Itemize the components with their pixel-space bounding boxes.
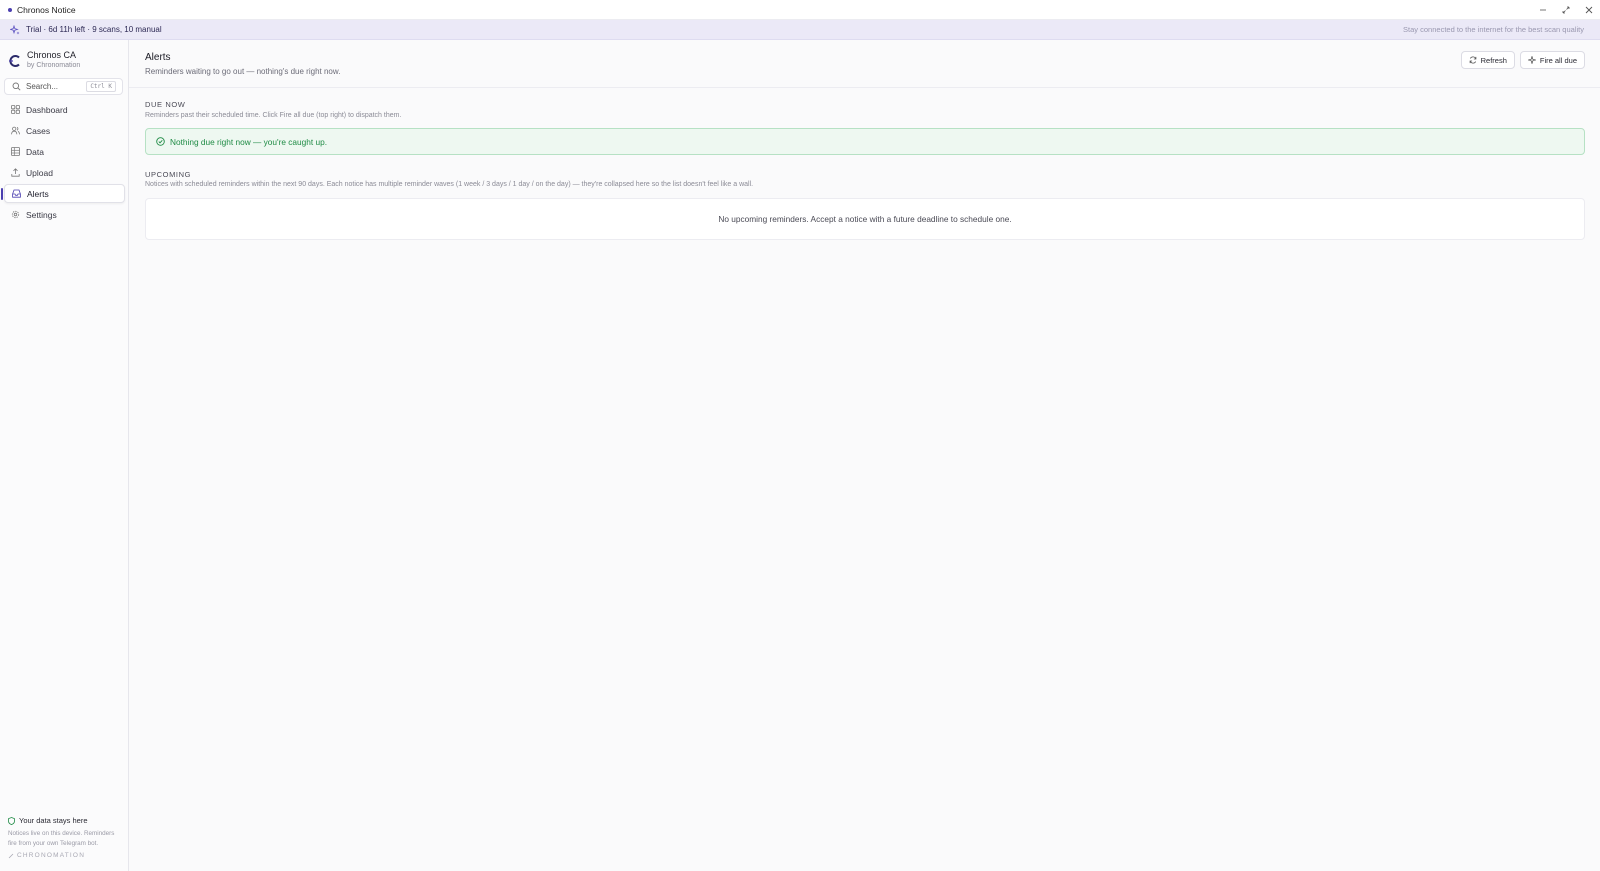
sidebar: Chronos CA by Chronomation Search... Ctr… [0, 40, 129, 871]
refresh-icon [1469, 56, 1476, 64]
sidebar-item-label: Cases [26, 125, 51, 136]
privacy-title-row: Your data stays here [8, 816, 124, 825]
sparkle-icon [1527, 56, 1536, 64]
sidebar-nav: Dashboard Cases Data Upload Alerts Setti… [1, 100, 125, 226]
brand-subtitle: by Chronomation [27, 62, 81, 69]
fire-all-due-button[interactable]: Fire all due [1519, 51, 1585, 69]
trial-status-text: Trial · 6d 11h left · 9 scans, 10 manual [26, 25, 162, 34]
search-shortcut-badge: Ctrl K [86, 81, 116, 92]
search-input[interactable]: Search... Ctrl K [4, 78, 123, 95]
sidebar-item-label: Data [26, 146, 44, 157]
header-actions: Refresh Fire all due [1456, 51, 1585, 69]
inbox-icon [12, 189, 21, 198]
due-now-description: Reminders past their scheduled time. Cli… [145, 112, 402, 119]
table-icon [11, 147, 20, 156]
sidebar-item-upload[interactable]: Upload [4, 163, 125, 182]
chronomation-mark-icon [8, 853, 14, 858]
page-subtitle: Reminders waiting to go out — nothing's … [145, 67, 341, 76]
upcoming-empty-state: No upcoming reminders. Accept a notice w… [145, 198, 1585, 240]
upcoming-empty-message: No upcoming reminders. Accept a notice w… [718, 214, 1012, 224]
restore-icon [1562, 6, 1569, 14]
fire-all-due-label: Fire all due [1539, 55, 1577, 65]
minimize-icon [1539, 9, 1546, 11]
sidebar-item-label: Dashboard [26, 104, 68, 115]
sidebar-item-settings[interactable]: Settings [4, 205, 125, 224]
chronos-logo-icon [9, 55, 20, 67]
window-controls [1531, 0, 1600, 20]
sidebar-item-label: Upload [26, 167, 53, 178]
app-dot-icon [8, 7, 12, 12]
upcoming-description: Notices with scheduled reminders within … [145, 181, 754, 188]
page-header: Alerts Reminders waiting to go out — not… [129, 40, 1600, 88]
restore-button[interactable] [1554, 0, 1577, 20]
sparkle-icon [10, 24, 20, 35]
minimize-button[interactable] [1531, 0, 1554, 20]
sidebar-item-data[interactable]: Data [4, 142, 125, 161]
refresh-label: Refresh [1480, 55, 1507, 65]
due-now-heading: DUE NOW [145, 100, 186, 109]
window-titlebar: Chronos Notice [0, 0, 1600, 20]
privacy-note: Your data stays here Notices live on thi… [8, 816, 124, 859]
page-title: Alerts [145, 52, 171, 63]
refresh-button[interactable]: Refresh [1460, 51, 1515, 69]
main-content: Alerts Reminders waiting to go out — not… [129, 40, 1600, 871]
privacy-body: Notices live on this device. Reminders f… [8, 830, 115, 847]
close-icon [1585, 6, 1592, 14]
privacy-title: Your data stays here [19, 816, 88, 825]
shield-icon [8, 816, 15, 825]
sidebar-item-label: Alerts [27, 188, 49, 199]
upcoming-heading: UPCOMING [145, 170, 192, 179]
connection-hint: Stay connected to the internet for the b… [1403, 25, 1584, 34]
footer-brand-text: CHRONOMATION [17, 852, 86, 859]
sidebar-item-label: Settings [26, 209, 57, 220]
brand[interactable]: Chronos CA by Chronomation [8, 50, 80, 70]
gear-icon [11, 210, 20, 219]
search-icon [12, 82, 21, 91]
check-circle-icon [156, 137, 165, 146]
dashboard-icon [11, 105, 20, 114]
window-title: Chronos Notice [17, 4, 76, 15]
brand-name: Chronos CA [27, 50, 77, 60]
sidebar-item-cases[interactable]: Cases [4, 121, 125, 140]
sidebar-item-dashboard[interactable]: Dashboard [4, 100, 125, 119]
due-now-empty-message: Nothing due right now — you're caught up… [170, 136, 328, 147]
trial-banner: Trial · 6d 11h left · 9 scans, 10 manual… [0, 20, 1600, 40]
close-button[interactable] [1577, 0, 1600, 20]
footer-brand: CHRONOMATION [8, 852, 124, 859]
upload-icon [11, 168, 20, 177]
users-icon [11, 126, 20, 135]
search-placeholder: Search... [26, 82, 59, 91]
due-now-empty-state: Nothing due right now — you're caught up… [145, 128, 1585, 155]
sidebar-item-alerts[interactable]: Alerts [1, 184, 125, 203]
